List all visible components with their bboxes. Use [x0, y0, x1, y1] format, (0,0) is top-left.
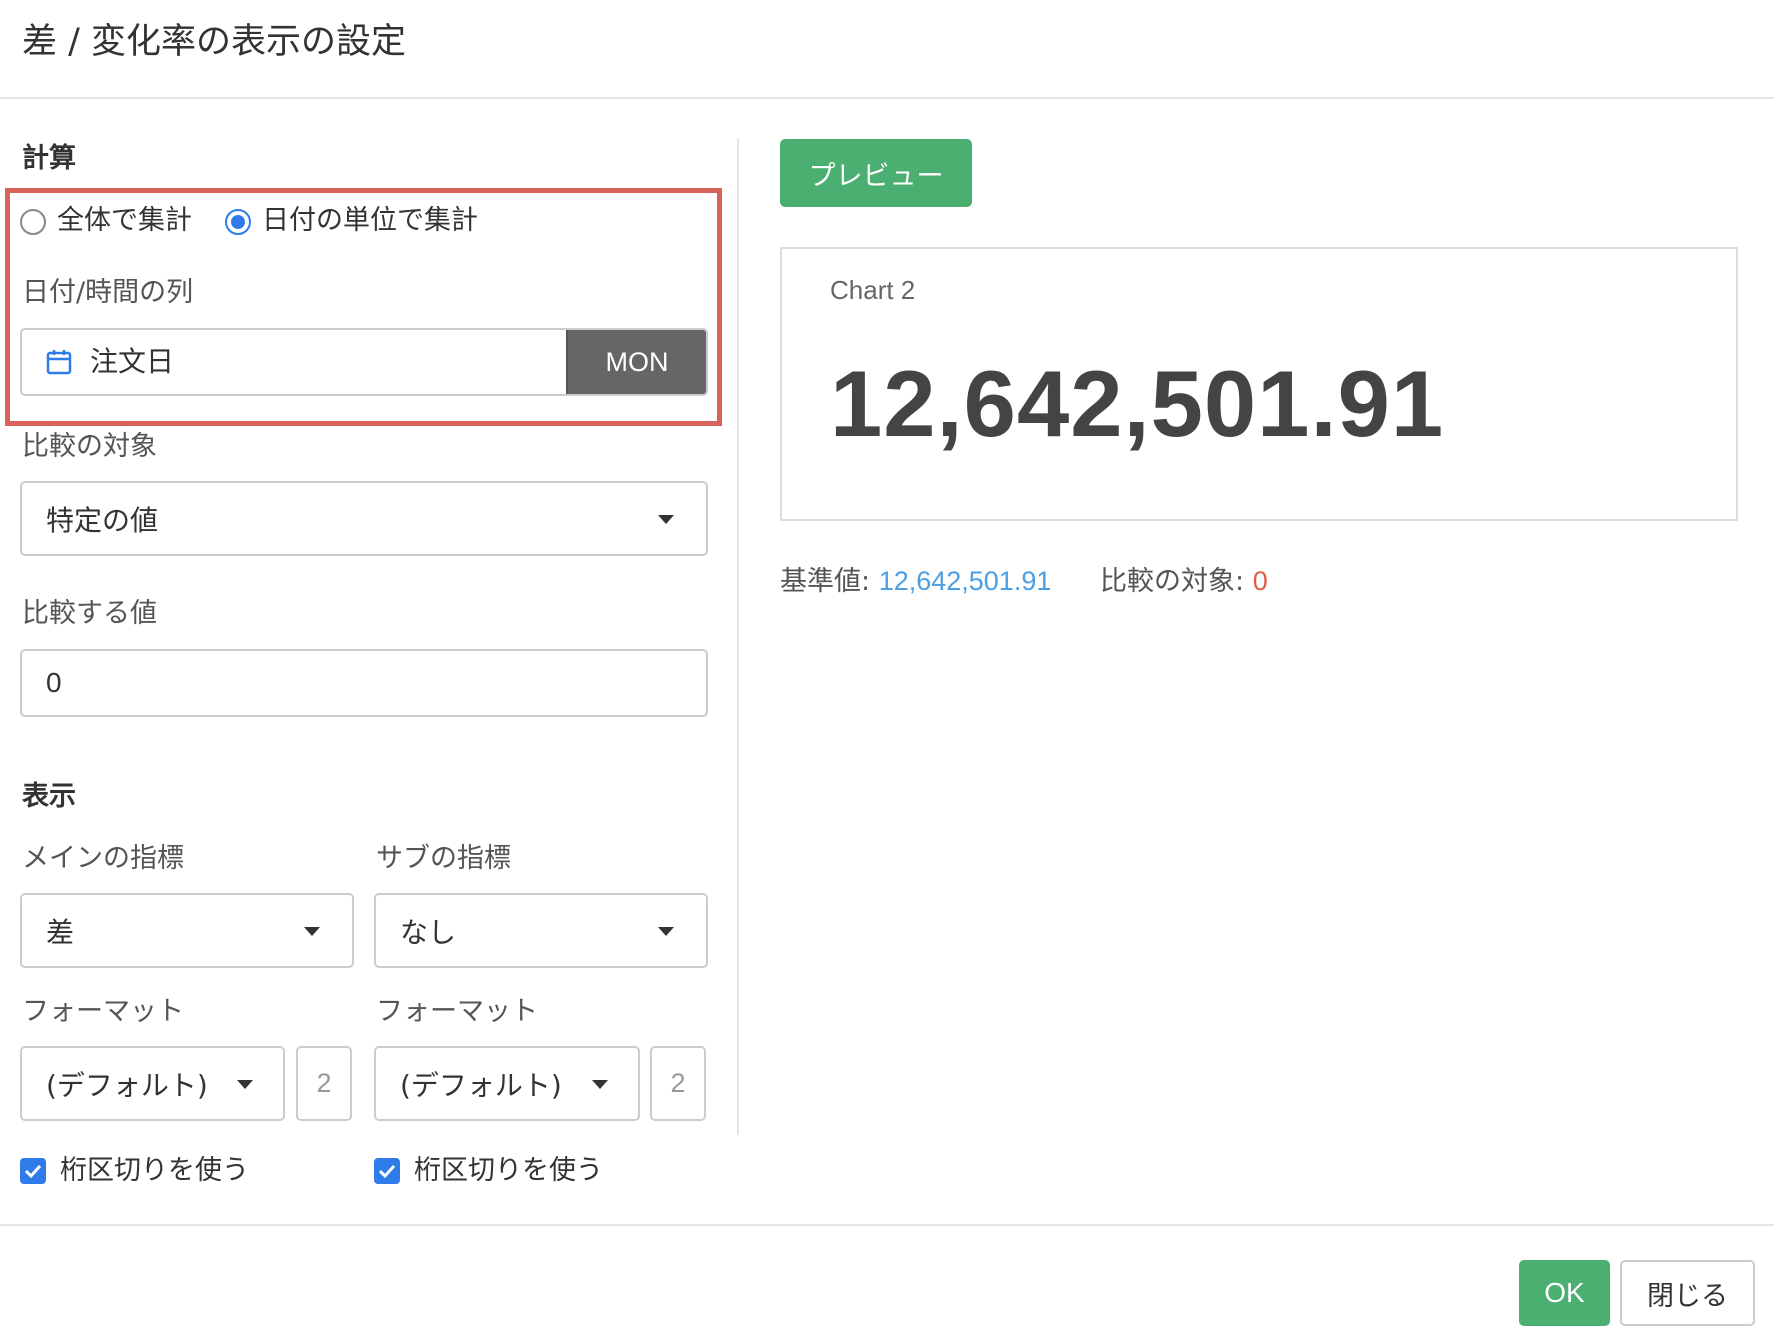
main-digits-input[interactable]: 2	[296, 1046, 352, 1121]
base-value: 12,642,501.91	[878, 566, 1052, 596]
check-icon	[378, 1164, 396, 1179]
calculation-section-title: 計算	[22, 143, 76, 174]
compare-target-value: 特定の値	[46, 503, 159, 537]
radio-aggregate-by-date[interactable]	[225, 209, 251, 235]
dialog-footer: OK 閉じる	[0, 1224, 1774, 1340]
preview-button[interactable]: プレビュー	[780, 139, 972, 207]
radio-aggregate-by-date-label[interactable]: 日付の単位で集計	[262, 204, 478, 238]
sub-metric-select[interactable]: なし	[374, 893, 708, 968]
date-unit-button[interactable]: MON	[566, 330, 706, 394]
chevron-down-icon	[592, 1079, 608, 1089]
main-separator-label[interactable]: 桁区切りを使う	[60, 1154, 249, 1188]
dialog-header: 差 / 変化率の表示の設定	[0, 0, 1774, 99]
sub-metric-label: サブの指標	[376, 843, 511, 874]
date-column-label: 日付/時間の列	[22, 277, 194, 308]
main-metric-select[interactable]: 差	[20, 893, 354, 968]
main-metric-label: メインの指標	[22, 843, 184, 874]
sub-format-label: フォーマット	[376, 996, 538, 1027]
sub-separator-label[interactable]: 桁区切りを使う	[414, 1154, 603, 1188]
main-format-label: フォーマット	[22, 996, 184, 1027]
check-icon	[24, 1164, 42, 1179]
ok-button[interactable]: OK	[1519, 1260, 1610, 1326]
base-value-summary: 基準値: 12,642,501.91	[780, 564, 1051, 599]
compare-target-summary: 比較の対象: 0	[1100, 564, 1268, 599]
sub-separator-checkbox[interactable]	[374, 1158, 400, 1184]
sub-digits-input[interactable]: 2	[650, 1046, 706, 1121]
dialog-title: 差 / 変化率の表示の設定	[22, 22, 407, 62]
compare-target-label: 比較の対象	[22, 431, 157, 462]
compare-target-select[interactable]: 特定の値	[20, 481, 708, 556]
compare-target-summary-value: 0	[1252, 566, 1268, 596]
main-format-value: (デフォルト)	[46, 1068, 208, 1102]
date-column-value: 注文日	[90, 345, 175, 378]
compare-value-label: 比較する値	[22, 598, 157, 629]
sub-format-value: (デフォルト)	[400, 1068, 562, 1102]
main-metric-value: 差	[46, 915, 75, 949]
compare-target-summary-label: 比較の対象:	[1100, 566, 1253, 597]
main-separator-checkbox[interactable]	[20, 1158, 46, 1184]
base-value-label: 基準値:	[780, 566, 879, 597]
main-format-select[interactable]: (デフォルト)	[20, 1046, 285, 1121]
date-column-field[interactable]: 注文日 MON	[20, 328, 708, 396]
calendar-icon	[46, 350, 72, 375]
chevron-down-icon	[237, 1079, 253, 1089]
sub-metric-value: なし	[400, 915, 457, 949]
chevron-down-icon	[658, 514, 674, 524]
chevron-down-icon	[304, 926, 320, 936]
compare-value-input[interactable]: 0	[20, 649, 708, 717]
chevron-down-icon	[658, 926, 674, 936]
display-section-title: 表示	[22, 781, 76, 812]
chart-preview-card: Chart 2 12,642,501.91	[780, 247, 1738, 521]
chart-value: 12,642,501.91	[830, 351, 1445, 456]
sub-format-select[interactable]: (デフォルト)	[374, 1046, 640, 1121]
chart-title: Chart 2	[830, 275, 916, 305]
radio-aggregate-all[interactable]	[20, 209, 46, 235]
column-divider	[737, 138, 739, 1135]
close-button[interactable]: 閉じる	[1620, 1260, 1755, 1326]
radio-aggregate-all-label[interactable]: 全体で集計	[57, 204, 192, 238]
